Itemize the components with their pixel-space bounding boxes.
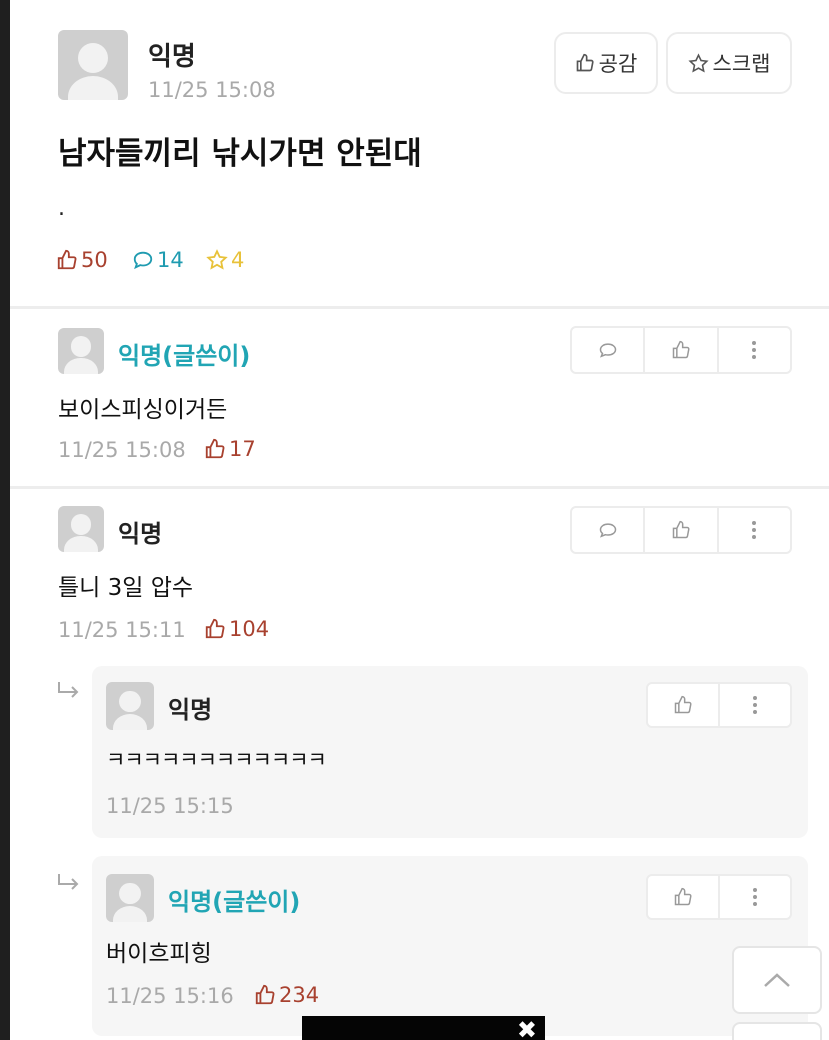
comment-timestamp: 11/25 15:11 <box>58 618 186 642</box>
post-divider <box>10 306 829 309</box>
reply-text: 버이흐피힝 <box>106 941 212 967</box>
reply-text: ㅋㅋㅋㅋㅋㅋㅋㅋㅋㅋㅋㅋ <box>106 748 327 772</box>
reply-actions <box>646 874 792 920</box>
reply-button[interactable] <box>572 328 646 372</box>
post-title: 남자들끼리 낚시가면 안된대 <box>58 136 422 172</box>
more-vertical-icon <box>753 696 757 714</box>
reply-arrow-icon <box>58 874 79 890</box>
chevron-up-icon <box>764 973 790 987</box>
like-button-label: 공감 <box>598 52 638 76</box>
more-options-button[interactable] <box>719 328 790 372</box>
article-page: 익명 11/25 15:08 공감 스크랩 남자들끼리 낚시가면 안된대 . 5… <box>10 0 829 1040</box>
like-button[interactable]: 공감 <box>554 32 658 94</box>
reply-like-button[interactable] <box>648 876 720 918</box>
thumbs-up-icon <box>672 340 690 359</box>
thumbs-up-icon <box>205 618 225 639</box>
post-comment-count: 14 <box>132 248 184 272</box>
comment-text: 틀니 3일 압수 <box>58 575 194 601</box>
comment-like-button[interactable] <box>645 328 719 372</box>
comment-actions <box>570 506 792 554</box>
reply-avatar <box>106 874 154 922</box>
thumbs-up-icon <box>57 249 77 270</box>
comment-author: 익명 <box>118 520 163 548</box>
post-scrap-count: 4 <box>206 248 244 272</box>
floating-button[interactable] <box>732 1022 822 1040</box>
post-like-count: 50 <box>56 248 108 272</box>
post-body: . <box>58 196 65 221</box>
comment-actions <box>570 326 792 374</box>
thumbs-up-icon <box>255 984 275 1005</box>
thumbs-up-icon <box>576 53 594 72</box>
comment-text: 보이스피싱이거든 <box>58 397 228 423</box>
speech-bubble-icon <box>599 343 616 358</box>
reply-timestamp: 11/25 15:15 <box>106 794 234 818</box>
scrap-button-label: 스크랩 <box>712 52 771 76</box>
comment-avatar <box>58 328 104 374</box>
thumbs-up-icon <box>672 520 690 539</box>
reply-timestamp: 11/25 15:16 <box>106 984 234 1008</box>
more-options-button[interactable] <box>720 684 790 726</box>
thumbs-up-icon <box>674 887 692 906</box>
speech-bubble-icon <box>133 251 153 270</box>
more-vertical-icon <box>753 888 757 906</box>
post-timestamp: 11/25 15:08 <box>148 78 276 102</box>
more-options-button[interactable] <box>720 876 790 918</box>
reply-actions <box>646 682 792 728</box>
comment-divider <box>10 486 829 489</box>
reply-like-button[interactable] <box>648 684 720 726</box>
scroll-top-button[interactable] <box>732 946 822 1014</box>
close-icon[interactable]: ✖ <box>517 1016 537 1040</box>
comment-avatar <box>58 506 104 552</box>
more-vertical-icon <box>752 521 757 539</box>
author-avatar <box>58 30 128 100</box>
thumbs-up-icon <box>205 438 225 459</box>
reply-author: 익명(글쓴이) <box>168 888 301 916</box>
more-vertical-icon <box>752 341 757 359</box>
star-icon <box>206 249 228 270</box>
comment-timestamp: 11/25 15:08 <box>58 438 186 462</box>
reply-avatar <box>106 682 154 730</box>
comment-like-button[interactable] <box>645 508 719 552</box>
thumbs-up-icon <box>674 695 692 714</box>
reply-author: 익명 <box>168 696 213 724</box>
reply-like-count: 234 <box>254 983 319 1007</box>
reply-arrow-icon <box>58 682 79 698</box>
comment-like-count: 17 <box>204 437 256 461</box>
star-icon <box>687 52 709 73</box>
speech-bubble-icon <box>599 523 616 538</box>
more-options-button[interactable] <box>719 508 790 552</box>
ad-banner: ✖ <box>302 1016 545 1040</box>
comment-like-count: 104 <box>204 617 269 641</box>
scrap-button[interactable]: 스크랩 <box>666 32 792 94</box>
reply-button[interactable] <box>572 508 646 552</box>
comment-author: 익명(글쓴이) <box>118 342 251 370</box>
post-author: 익명 <box>148 42 196 72</box>
